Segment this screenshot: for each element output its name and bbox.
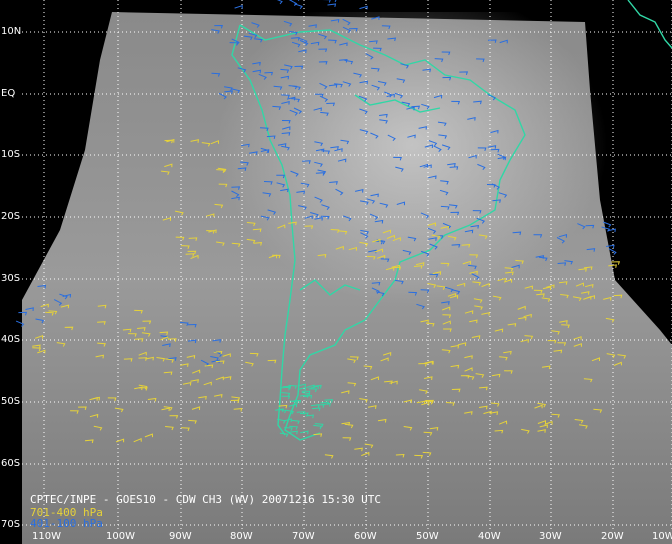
wind-barb (291, 0, 300, 1)
latitude-label: 40S (1, 334, 21, 345)
wind-barb (289, 0, 298, 7)
latitude-label: 30S (1, 273, 21, 284)
longitude-label: 60W (354, 531, 377, 542)
latitude-label: EQ (1, 88, 16, 99)
longitude-label: 20W (601, 531, 624, 542)
latitude-label: 10N (1, 26, 22, 37)
map-canvas (15, 0, 672, 544)
longitude-label: 40W (478, 531, 501, 542)
wind-barb (276, 0, 283, 5)
longitude-label: 100W (106, 531, 135, 542)
longitude-label: 70W (292, 531, 315, 542)
latitude-label: 20S (1, 211, 21, 222)
latitude-label: 70S (1, 519, 21, 530)
longitude-label: 80W (230, 531, 253, 542)
longitude-label: 10W (652, 531, 672, 542)
latitude-label: 10S (1, 149, 21, 160)
longitude-label: 110W (32, 531, 61, 542)
latitude-label: 60S (1, 458, 21, 469)
longitude-label: 90W (169, 531, 192, 542)
wind-barb (294, 3, 303, 10)
satellite-map: 10N EQ 10S 20S 30S 40S 50S 60S 70S 110W 100W 90W 80… (0, 0, 672, 544)
wind-barb (322, 0, 331, 3)
longitude-label: 30W (539, 531, 562, 542)
wind-barb (234, 5, 243, 9)
legend-high-level: 401-100 hPa (30, 517, 103, 530)
latitude-label: 50S (1, 396, 21, 407)
longitude-label: 50W (416, 531, 439, 542)
wind-barb (327, 3, 337, 8)
product-caption: CPTEC/INPE - GOES10 - CDW CH3 (WV) 20071… (30, 493, 381, 506)
